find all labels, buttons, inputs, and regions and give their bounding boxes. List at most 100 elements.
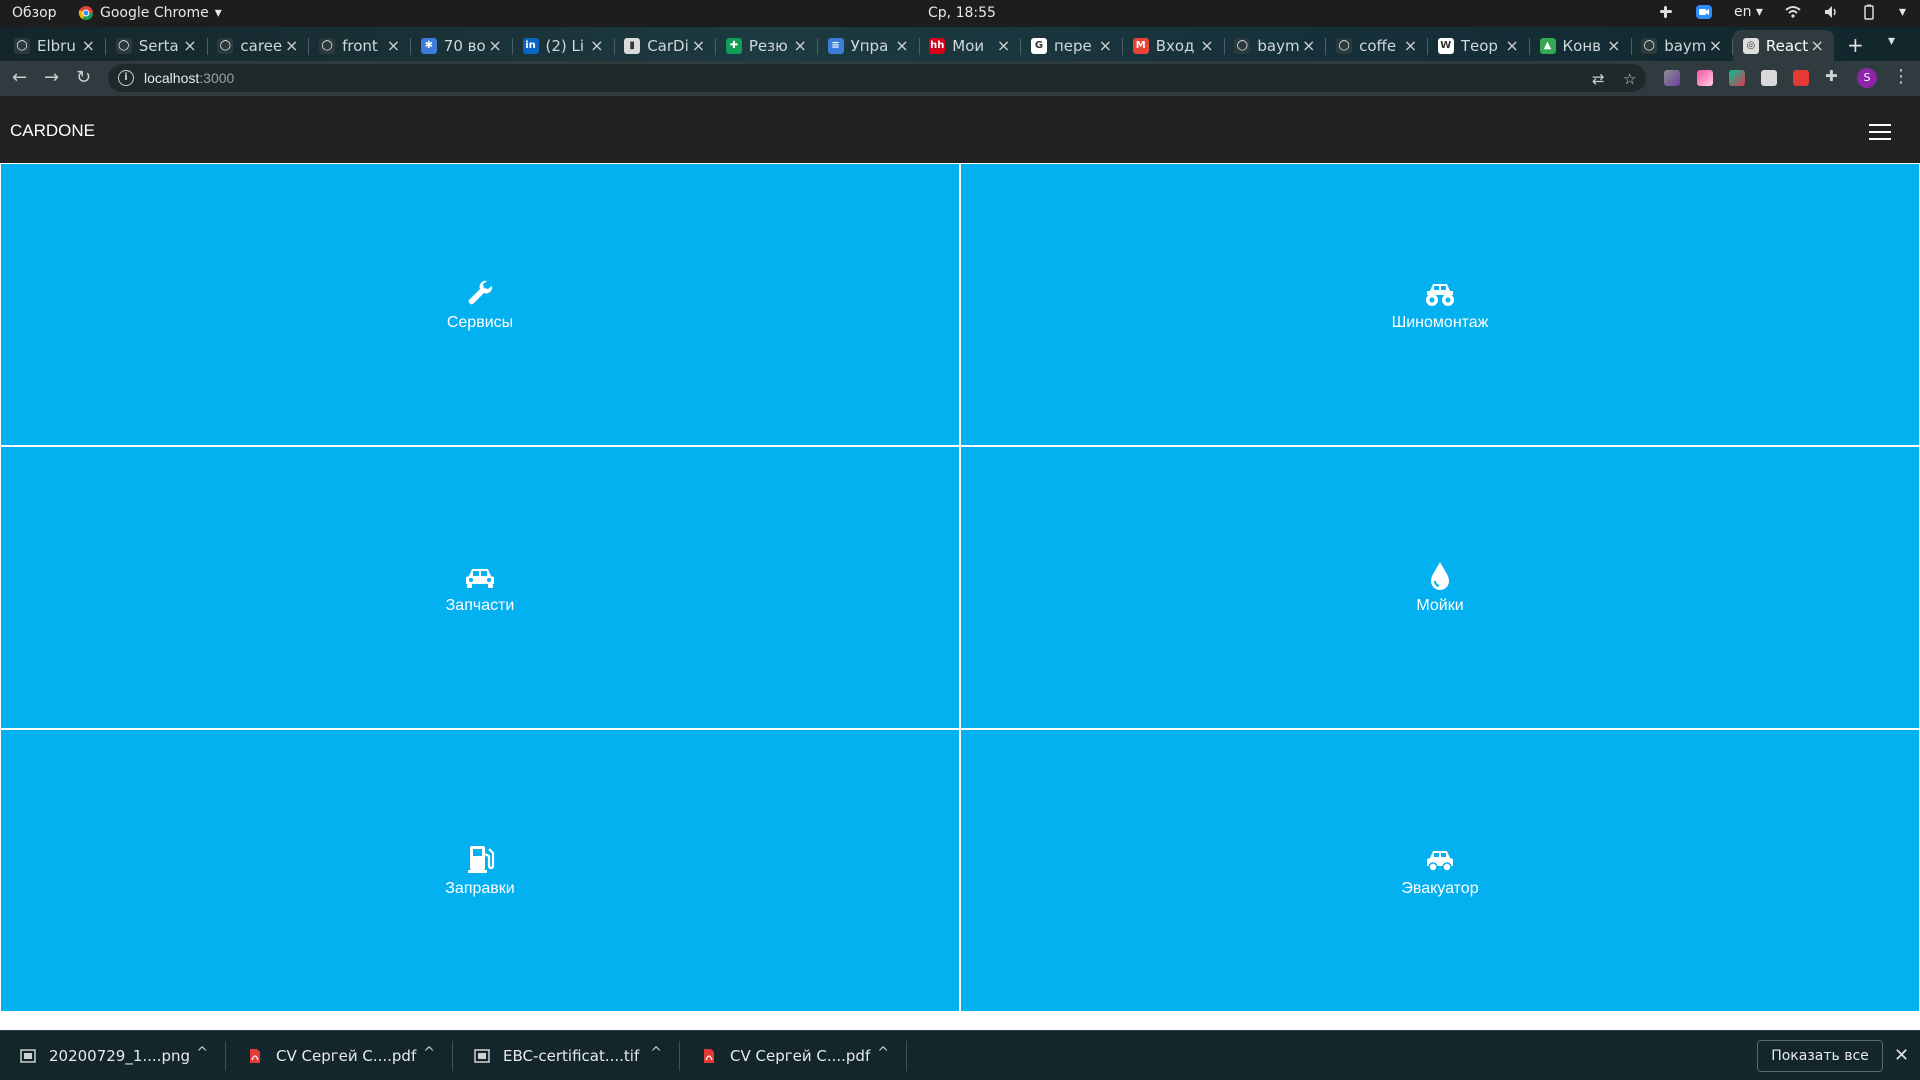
tab-title: Serta bbox=[138, 36, 179, 55]
download-item[interactable]: 20200729_1....png ^ bbox=[0, 1031, 226, 1080]
hh-icon: hh bbox=[929, 37, 946, 54]
app-menu[interactable]: Google Chrome ▾ bbox=[78, 5, 222, 21]
chevron-up-icon[interactable]: ^ bbox=[650, 1045, 662, 1061]
tile-parts[interactable]: Запчасти bbox=[1, 447, 959, 728]
browser-tab[interactable]: ◯ baym × bbox=[1224, 30, 1327, 61]
browser-tab[interactable]: ◯ front × bbox=[309, 30, 412, 61]
new-tab-button[interactable]: + bbox=[1847, 33, 1864, 57]
close-tab-icon[interactable]: × bbox=[82, 36, 95, 55]
tile-tow-truck[interactable]: Эвакуатор bbox=[961, 730, 1919, 1011]
browser-tab[interactable]: M Вход × bbox=[1123, 30, 1225, 61]
browser-tab[interactable]: ✚ Резю × bbox=[716, 30, 818, 61]
tab-title: baym bbox=[1664, 36, 1707, 55]
close-tab-icon[interactable]: × bbox=[1607, 36, 1620, 55]
chevron-up-icon[interactable]: ^ bbox=[196, 1045, 208, 1061]
browser-tab[interactable]: ◯ Elbru × bbox=[4, 30, 106, 61]
extension-screenshot-icon[interactable] bbox=[1761, 70, 1777, 86]
browser-tab[interactable]: hh Мои × bbox=[919, 30, 1022, 61]
close-tab-icon[interactable]: × bbox=[1810, 36, 1823, 55]
chrome-menu-icon[interactable]: ⋮ bbox=[1892, 66, 1910, 87]
browser-tab[interactable]: ✱ 70 во × bbox=[411, 30, 513, 61]
close-tab-icon[interactable]: × bbox=[895, 36, 908, 55]
chevron-up-icon[interactable]: ^ bbox=[423, 1045, 435, 1061]
close-tab-icon[interactable]: × bbox=[1099, 36, 1112, 55]
tile-label: Шиномонтаж bbox=[1391, 313, 1489, 331]
drive-icon: ▲ bbox=[1539, 37, 1556, 54]
tab-search-button[interactable]: ▾ bbox=[1888, 33, 1895, 49]
browser-tab[interactable]: ▲ Конв × bbox=[1530, 30, 1632, 61]
close-tab-icon[interactable]: × bbox=[1302, 36, 1315, 55]
bookmark-star-icon[interactable]: ☆ bbox=[1623, 70, 1636, 88]
tile-label: Запчасти bbox=[445, 596, 515, 614]
translate-icon[interactable]: ⇄ bbox=[1592, 70, 1605, 88]
volume-icon[interactable] bbox=[1823, 4, 1839, 20]
tile-gas-stations[interactable]: Заправки bbox=[1, 730, 959, 1011]
close-tab-icon[interactable]: × bbox=[183, 36, 196, 55]
browser-tab[interactable]: ◯ coffe × bbox=[1326, 30, 1429, 61]
tile-label: Сервисы bbox=[446, 313, 514, 331]
app-navbar: CARDONE bbox=[0, 96, 1920, 163]
browser-toolbar: ← → ↻ i localhost:3000 ⇄ ☆ ✚ S ⋮ bbox=[0, 61, 1920, 96]
browser-tab[interactable]: ◯ baym × bbox=[1631, 30, 1734, 61]
wifi-icon[interactable] bbox=[1785, 4, 1801, 20]
wrench-icon bbox=[468, 280, 493, 304]
chevron-up-icon[interactable]: ^ bbox=[877, 1045, 889, 1061]
close-tab-icon[interactable]: × bbox=[1505, 36, 1518, 55]
extension-red-icon[interactable] bbox=[1793, 70, 1809, 86]
download-filename: CV Сергей С....pdf bbox=[730, 1047, 871, 1065]
close-tab-icon[interactable]: × bbox=[387, 36, 400, 55]
zoom-icon[interactable] bbox=[1695, 4, 1712, 20]
close-tab-icon[interactable]: × bbox=[285, 36, 298, 55]
browser-tab[interactable]: ◯ Serta × bbox=[106, 30, 208, 61]
tile-car-wash[interactable]: Мойки bbox=[961, 447, 1919, 728]
tile-services[interactable]: Сервисы bbox=[1, 164, 959, 445]
extension-color-icon[interactable] bbox=[1697, 70, 1713, 86]
battery-icon[interactable] bbox=[1861, 4, 1877, 20]
forward-button[interactable]: → bbox=[44, 67, 59, 88]
download-item[interactable]: EBC-certificat....tif ^ bbox=[454, 1031, 680, 1080]
chrome-icon bbox=[78, 6, 93, 20]
os-top-bar: Обзор Google Chrome ▾ Ср, 18:55 en ▾ ▾ bbox=[0, 0, 1920, 27]
close-tab-icon[interactable]: × bbox=[1200, 36, 1213, 55]
browser-tab[interactable]: ≡ Упра × bbox=[818, 30, 920, 61]
browser-tab[interactable]: Gпере × bbox=[1021, 30, 1123, 61]
tab-title: (2) Li bbox=[545, 36, 585, 55]
tile-tire-service[interactable]: Шиномонтаж bbox=[961, 164, 1919, 445]
github-icon: ◯ bbox=[1336, 37, 1353, 54]
url-text[interactable]: localhost:3000 bbox=[144, 70, 234, 86]
browser-tab[interactable]: W Теор × bbox=[1428, 30, 1530, 61]
close-icon[interactable]: ✕ bbox=[1894, 1045, 1909, 1066]
activities-button[interactable]: Обзор bbox=[12, 5, 57, 21]
extension-pen-icon[interactable] bbox=[1664, 70, 1680, 86]
close-tab-icon[interactable]: × bbox=[590, 36, 603, 55]
show-all-downloads-button[interactable]: Показать все bbox=[1757, 1040, 1883, 1072]
clock[interactable]: Ср, 18:55 bbox=[928, 5, 996, 21]
back-button[interactable]: ← bbox=[12, 67, 27, 88]
github-icon: ◯ bbox=[14, 37, 30, 54]
close-tab-icon[interactable]: × bbox=[997, 36, 1010, 55]
address-bar[interactable]: i localhost:3000 ⇄ ☆ bbox=[108, 64, 1646, 92]
close-tab-icon[interactable]: × bbox=[1709, 36, 1722, 55]
download-item[interactable]: CV Сергей С....pdf ^ bbox=[227, 1031, 453, 1080]
profile-avatar[interactable]: S bbox=[1857, 68, 1877, 88]
system-tray[interactable]: en ▾ ▾ bbox=[1658, 4, 1906, 20]
language-indicator[interactable]: en ▾ bbox=[1734, 4, 1763, 20]
browser-tab[interactable]: ◎ React × bbox=[1732, 30, 1834, 61]
hamburger-menu-icon[interactable] bbox=[1869, 124, 1891, 140]
close-tab-icon[interactable]: × bbox=[692, 36, 705, 55]
reload-button[interactable]: ↻ bbox=[76, 67, 91, 88]
chevron-down-icon[interactable]: ▾ bbox=[1899, 4, 1906, 20]
extensions-puzzle-icon[interactable]: ✚ bbox=[1825, 67, 1841, 85]
close-tab-icon[interactable]: × bbox=[488, 36, 501, 55]
close-tab-icon[interactable]: × bbox=[793, 36, 806, 55]
slack-icon[interactable] bbox=[1658, 4, 1674, 20]
extension-palm-icon[interactable] bbox=[1729, 70, 1745, 86]
browser-tab[interactable]: ◯ caree × bbox=[207, 30, 310, 61]
close-tab-icon[interactable]: × bbox=[1404, 36, 1417, 55]
site-info-icon[interactable]: i bbox=[118, 70, 134, 86]
tab-title: CarDi bbox=[647, 36, 689, 55]
browser-tab[interactable]: in (2) Li × bbox=[513, 30, 615, 61]
brand-logo[interactable]: CARDONE bbox=[10, 121, 95, 141]
browser-tab[interactable]: ▮ CarDi × bbox=[614, 30, 717, 61]
download-item[interactable]: CV Сергей С....pdf ^ bbox=[681, 1031, 907, 1080]
